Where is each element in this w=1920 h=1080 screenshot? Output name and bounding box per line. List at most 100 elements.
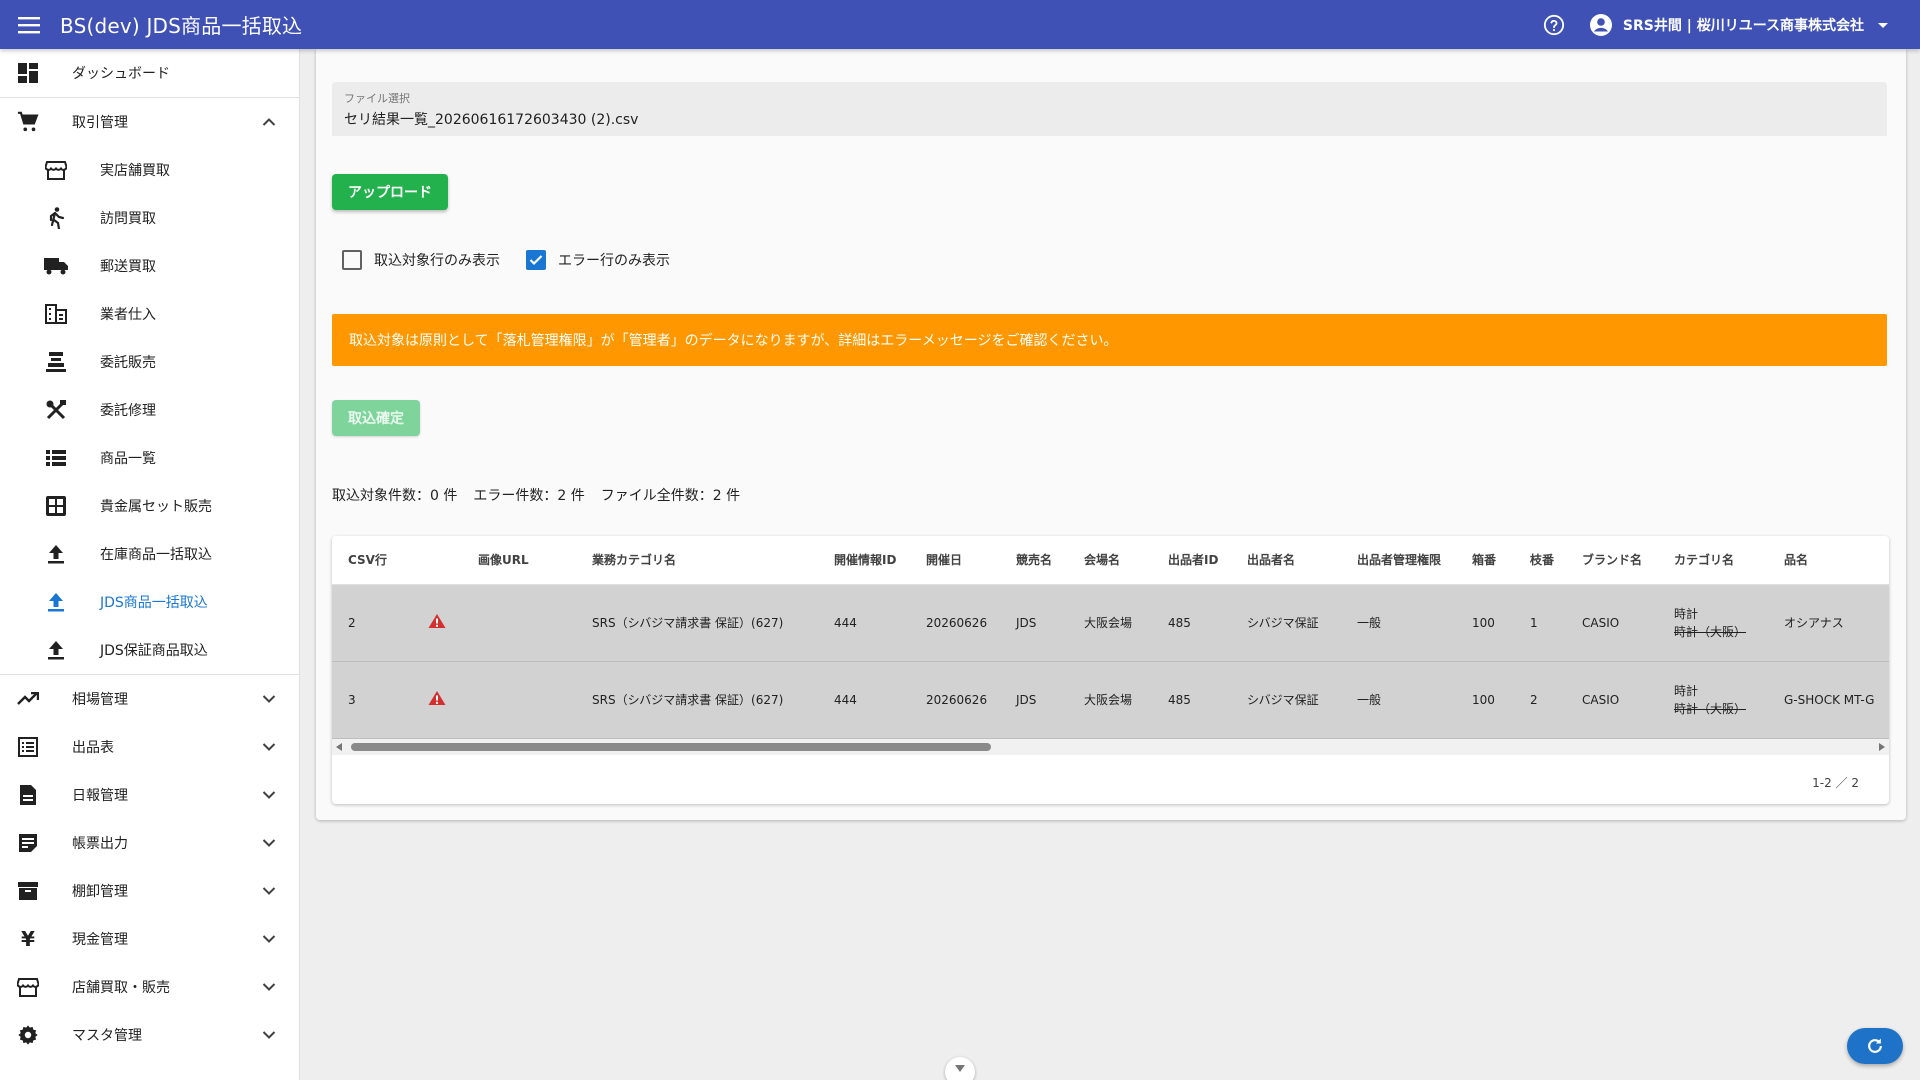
account-circle-icon bbox=[1589, 13, 1612, 36]
error-only-label[interactable]: エラー行のみ表示 bbox=[558, 250, 670, 270]
col-header[interactable]: 画像URL bbox=[462, 536, 576, 585]
chevron-down-icon[interactable] bbox=[259, 737, 279, 757]
sidebar-item-consignment-repair[interactable]: 委託修理 bbox=[0, 386, 299, 434]
chevron-down-toggle[interactable] bbox=[945, 1057, 975, 1080]
total-count: ファイル全件数：2 件 bbox=[600, 488, 741, 504]
col-header[interactable]: 開催情報ID bbox=[818, 536, 910, 585]
col-header bbox=[412, 536, 462, 585]
document-icon bbox=[16, 783, 40, 807]
file-select-field[interactable]: ファイル選択 セリ結果一覧_20260616172603430 (2).csv bbox=[332, 82, 1887, 136]
sidebar-item-cash[interactable]: ¥ 現金管理 bbox=[0, 915, 299, 963]
import-counts: 取込対象件数：0 件 エラー件数：2 件 ファイル全件数：2 件 bbox=[332, 485, 756, 505]
scroll-left-icon[interactable] bbox=[336, 743, 342, 751]
cell-item-name: オシアナス bbox=[1768, 584, 1889, 662]
archive-icon bbox=[16, 879, 40, 903]
chevron-down-icon[interactable] bbox=[259, 929, 279, 949]
sidebar-item-trade[interactable]: 取引管理 bbox=[0, 98, 299, 146]
error-only-checkbox[interactable] bbox=[526, 250, 546, 270]
sidebar-item-listing[interactable]: 出品表 bbox=[0, 723, 299, 771]
cell-seller-perm: 一般 bbox=[1341, 584, 1456, 662]
sidebar-item-visit-purchase[interactable]: 訪問買取 bbox=[0, 194, 299, 242]
cell-seller-perm: 一般 bbox=[1341, 661, 1456, 739]
col-header[interactable]: 出品者管理権限 bbox=[1341, 536, 1456, 585]
chevron-down-icon[interactable] bbox=[259, 1025, 279, 1045]
target-only-checkbox[interactable] bbox=[342, 250, 362, 270]
chevron-down-icon[interactable] bbox=[259, 881, 279, 901]
col-header[interactable]: 出品者ID bbox=[1152, 536, 1231, 585]
help-icon[interactable] bbox=[1541, 12, 1567, 38]
dashboard-icon bbox=[16, 61, 40, 85]
table-row[interactable]: 3 SRS（シバジマ請求書 保証）(627) 444 20260626 JDS … bbox=[332, 661, 1889, 739]
sidebar-item-mail-purchase[interactable]: 郵送買取 bbox=[0, 242, 299, 290]
col-header[interactable]: 競売名 bbox=[1000, 536, 1068, 585]
sidebar-item-stock-import[interactable]: 在庫商品一括取込 bbox=[0, 530, 299, 578]
col-header[interactable]: カテゴリ名 bbox=[1658, 536, 1768, 585]
cell-seller-id: 485 bbox=[1152, 661, 1231, 739]
file-select-value: セリ結果一覧_20260616172603430 (2).csv bbox=[344, 112, 639, 128]
cell-category-name: 時計 時計（大阪） bbox=[1658, 661, 1768, 739]
sidebar-item-store-trade[interactable]: 店舗買取・販売 bbox=[0, 963, 299, 1011]
sidebar-item-dashboard[interactable]: ダッシュボード bbox=[0, 49, 299, 97]
app-bar: BS(dev) JDS商品一括取込 SRS井間 | 桜川リユース商事株式会社 bbox=[0, 0, 1920, 49]
target-only-label[interactable]: 取込対象行のみ表示 bbox=[374, 250, 500, 270]
chevron-down-icon[interactable] bbox=[259, 833, 279, 853]
sidebar-item-product-list[interactable]: 商品一覧 bbox=[0, 434, 299, 482]
user-menu-button[interactable]: SRS井間 | 桜川リユース商事株式会社 bbox=[1589, 13, 1890, 37]
list-icon bbox=[44, 446, 68, 470]
list-alt-icon bbox=[16, 735, 40, 759]
sidebar-item-market[interactable]: 相場管理 bbox=[0, 675, 299, 723]
table-row[interactable]: 2 SRS（シバジマ請求書 保証）(627) 444 20260626 JDS … bbox=[332, 584, 1889, 662]
sidebar-item-inventory[interactable]: 棚卸管理 bbox=[0, 867, 299, 915]
file-select-label: ファイル選択 bbox=[344, 92, 410, 105]
check-icon bbox=[529, 255, 543, 266]
sidebar-item-master[interactable]: マスタ管理 bbox=[0, 1011, 299, 1059]
confirm-import-button[interactable]: 取込確定 bbox=[332, 400, 420, 436]
col-header[interactable]: 業務カテゴリ名 bbox=[576, 536, 818, 585]
chevron-up-icon[interactable] bbox=[259, 112, 279, 132]
store-icon bbox=[16, 975, 40, 999]
sidebar-item-precious-metal-set[interactable]: 貴金属セット販売 bbox=[0, 482, 299, 530]
menu-icon[interactable] bbox=[16, 12, 42, 38]
cell-seller-id: 485 bbox=[1152, 584, 1231, 662]
sidebar-item-vendor-purchase[interactable]: 業者仕入 bbox=[0, 290, 299, 338]
user-name: SRS井間 | 桜川リユース商事株式会社 bbox=[1622, 17, 1864, 34]
cart-icon bbox=[16, 110, 40, 134]
sidebar-item-jds-import[interactable]: JDS商品一括取込 bbox=[0, 578, 299, 626]
sidebar-item-consignment-sale[interactable]: 委託販売 bbox=[0, 338, 299, 386]
cell-image-url bbox=[462, 661, 576, 739]
yen-icon: ¥ bbox=[21, 927, 35, 951]
sidebar-item-jds-warranty-import[interactable]: JDS保証商品取込 bbox=[0, 626, 299, 674]
col-header[interactable]: 箱番 bbox=[1456, 536, 1514, 585]
chevron-down-icon[interactable] bbox=[259, 785, 279, 805]
sidebar-item-forms[interactable]: 帳票出力 bbox=[0, 819, 299, 867]
chevron-down-icon[interactable] bbox=[259, 977, 279, 997]
col-header[interactable]: ブランド名 bbox=[1566, 536, 1658, 585]
chevron-down-icon[interactable] bbox=[259, 689, 279, 709]
col-header[interactable]: 出品者名 bbox=[1231, 536, 1341, 585]
error-count: エラー件数：2 件 bbox=[473, 488, 585, 504]
col-header[interactable]: 会場名 bbox=[1068, 536, 1152, 585]
col-header[interactable]: 開催日 bbox=[910, 536, 1000, 585]
scroll-thumb[interactable] bbox=[351, 743, 991, 751]
horizontal-scrollbar[interactable] bbox=[332, 739, 1889, 755]
store-icon bbox=[44, 158, 68, 182]
note-icon bbox=[16, 831, 40, 855]
trending-up-icon bbox=[16, 687, 40, 711]
upload-button[interactable]: アップロード bbox=[332, 174, 448, 210]
import-table: CSV行 画像URL 業務カテゴリ名 開催情報ID 開催日 競売名 会場名 出品… bbox=[332, 536, 1889, 804]
col-header[interactable]: 品名 bbox=[1768, 536, 1889, 585]
warning-alert: 取込対象は原則として「落札管理権限」が「管理者」のデータになりますが、詳細はエラ… bbox=[332, 314, 1887, 366]
scroll-right-icon[interactable] bbox=[1879, 743, 1885, 751]
pagination-info: 1-2 ／ 2 bbox=[1812, 776, 1859, 790]
refresh-button[interactable] bbox=[1847, 1028, 1903, 1064]
cell-seller-name: シバジマ保証 bbox=[1231, 584, 1341, 662]
sidebar-item-store-purchase[interactable]: 実店舗買取 bbox=[0, 146, 299, 194]
col-header[interactable]: 枝番 bbox=[1514, 536, 1566, 585]
cell-auction: JDS bbox=[1000, 661, 1068, 739]
cell-event-id: 444 bbox=[818, 661, 910, 739]
target-count: 取込対象件数：0 件 bbox=[332, 488, 458, 504]
warning-icon[interactable] bbox=[428, 690, 446, 706]
sidebar-item-daily-report[interactable]: 日報管理 bbox=[0, 771, 299, 819]
col-header[interactable]: CSV行 bbox=[332, 536, 412, 585]
warning-icon[interactable] bbox=[428, 613, 446, 629]
